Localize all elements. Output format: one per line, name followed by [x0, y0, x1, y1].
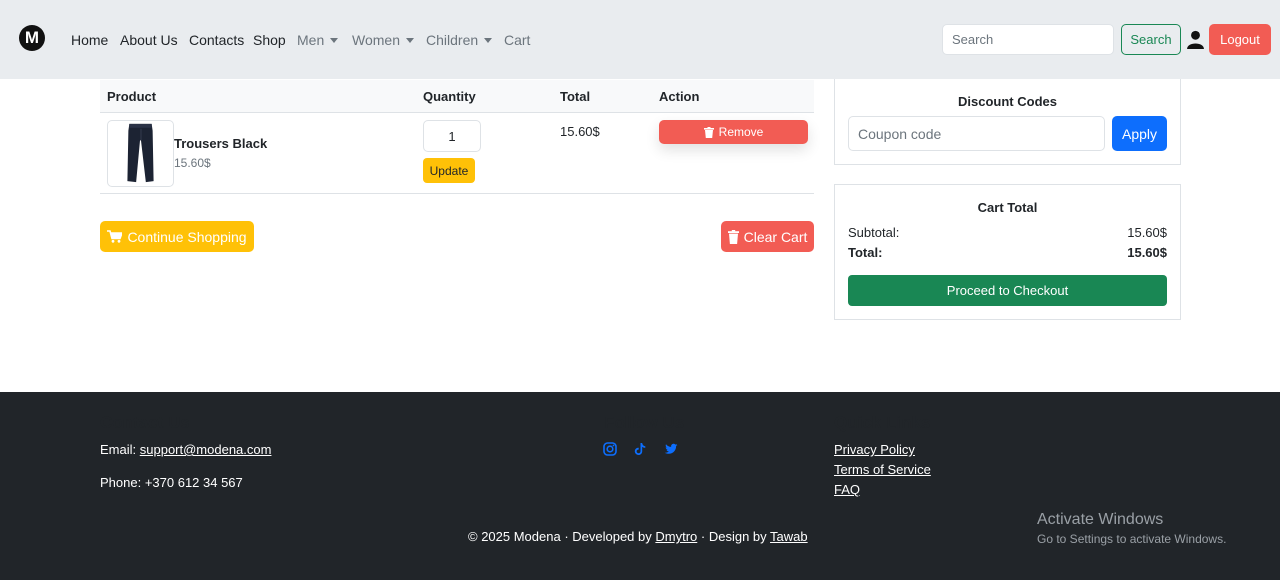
nav-about-us[interactable]: About Us	[120, 32, 178, 48]
logo-letter: M	[24, 28, 40, 47]
total-value: 15.60$	[1127, 245, 1167, 260]
caret-down-icon	[405, 38, 414, 43]
trash-icon	[703, 126, 714, 138]
email-label: Email:	[100, 442, 137, 457]
search-input[interactable]	[942, 24, 1114, 55]
faq-link[interactable]: FAQ	[834, 482, 860, 497]
continue-shopping-button[interactable]: Continue Shopping	[100, 221, 254, 252]
row-total: 15.60$	[560, 124, 600, 139]
discount-title: Discount Codes	[958, 94, 1057, 109]
email-link[interactable]: support@modena.com	[140, 442, 272, 457]
nav-contacts[interactable]: Contacts	[189, 32, 244, 48]
product-unit-price: 15.60$	[174, 156, 211, 170]
designer-link[interactable]: Tawab	[770, 529, 808, 544]
remove-label: Remove	[718, 125, 764, 139]
user-icon[interactable]	[1187, 30, 1204, 49]
quick-links-title: Quick Links	[834, 413, 931, 432]
nav-children-label: Children	[426, 32, 479, 48]
header-action: Action	[659, 89, 700, 104]
subtotal-value: 15.60$	[1127, 225, 1167, 240]
tiktok-icon[interactable]	[633, 442, 647, 456]
quantity-input[interactable]: 1	[423, 120, 481, 152]
nav-men-label: Men	[297, 32, 325, 48]
nav-children-dropdown[interactable]: Children	[426, 32, 493, 48]
nav-women-label: Women	[352, 32, 400, 48]
continue-label: Continue Shopping	[127, 228, 247, 245]
twitter-icon[interactable]	[664, 442, 678, 456]
caret-down-icon	[484, 38, 493, 43]
email-line: Email: support@modena.com	[100, 442, 271, 457]
phone-text: Phone: +370 612 34 567	[100, 475, 243, 490]
product-name[interactable]: Trousers Black	[174, 136, 267, 151]
cart-total-title: Cart Total	[977, 200, 1038, 215]
total-label: Total:	[848, 245, 883, 260]
nav-men-dropdown[interactable]: Men	[297, 32, 339, 48]
copyright-line: © 2025 Modena · Developed by Dmytro · De…	[468, 529, 808, 544]
checkout-button[interactable]: Proceed to Checkout	[848, 275, 1167, 306]
clear-cart-label: Clear Cart	[743, 228, 808, 245]
remove-button[interactable]: Remove	[659, 120, 808, 144]
logout-button[interactable]: Logout	[1209, 24, 1271, 55]
product-image	[107, 120, 174, 187]
header-product: Product	[107, 89, 157, 104]
instagram-icon[interactable]	[603, 442, 617, 456]
nav-women-dropdown[interactable]: Women	[352, 32, 414, 48]
subtotal-label: Subtotal:	[848, 225, 900, 240]
header-total: Total	[560, 89, 591, 104]
design-prefix: · Design by	[700, 529, 767, 544]
search-button[interactable]: Search	[1121, 24, 1181, 55]
activate-windows-subtitle: Go to Settings to activate Windows.	[1037, 532, 1227, 546]
trash-icon	[727, 229, 739, 244]
contact-title: Contact Us	[100, 413, 190, 432]
coupon-input[interactable]	[848, 116, 1105, 151]
nav-shop[interactable]: Shop	[253, 32, 286, 48]
privacy-policy-link[interactable]: Privacy Policy	[834, 442, 915, 457]
activate-windows-title: Activate Windows	[1037, 511, 1164, 528]
nav-cart[interactable]: Cart	[504, 32, 530, 48]
brand-logo[interactable]: M	[19, 25, 45, 51]
developer-link[interactable]: Dmytro	[655, 529, 697, 544]
apply-button[interactable]: Apply	[1112, 116, 1167, 151]
follow-title: Follow Us	[604, 413, 685, 432]
update-button[interactable]: Update	[423, 158, 475, 183]
cart-icon	[107, 230, 123, 243]
row-divider	[100, 193, 814, 194]
header-quantity: Quantity	[423, 89, 476, 104]
navbar: M Home About Us Contacts Shop Men Women …	[0, 0, 1280, 79]
terms-link[interactable]: Terms of Service	[834, 462, 931, 477]
caret-down-icon	[330, 38, 339, 43]
copyright-prefix: © 2025 Modena · Developed by	[468, 529, 652, 544]
trousers-image	[127, 123, 154, 183]
nav-home[interactable]: Home	[71, 32, 108, 48]
clear-cart-button[interactable]: Clear Cart	[721, 221, 814, 252]
